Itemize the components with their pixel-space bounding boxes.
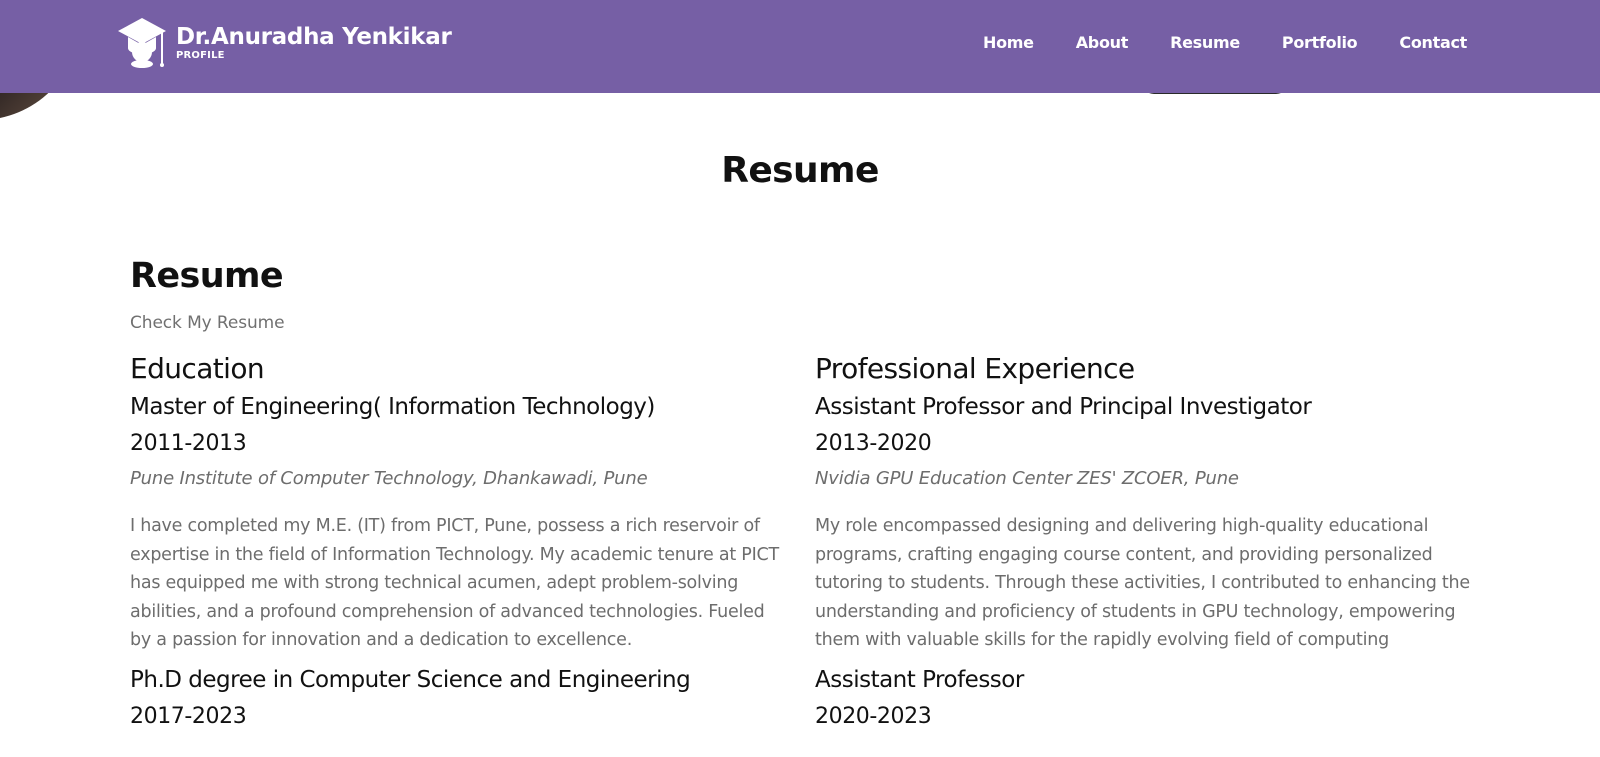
education-column: Education Master of Engineering( Informa… (130, 352, 790, 753)
graduation-cap-icon (118, 18, 166, 68)
education-item-place: Pune Institute of Computer Technology, D… (130, 468, 648, 489)
education-item-description: I have completed my M.E. (IT) from PICT,… (130, 516, 779, 650)
education-item: Ph.D degree in Computer Science and Engi… (130, 667, 790, 741)
education-item-years: 2017-2023 (130, 703, 247, 729)
logo-subtitle: PROFILE (176, 49, 225, 61)
education-item-title: Ph.D degree in Computer Science and Engi… (130, 666, 691, 693)
section-title: Resume (721, 150, 879, 191)
experience-item-title: Assistant Professor (815, 666, 1024, 693)
page: Dr.Anuradha Yenkikar PROFILE Home About … (0, 0, 1600, 757)
experience-item-description: My role encompassed designing and delive… (815, 516, 1470, 650)
education-item-years: 2011-2013 (130, 431, 247, 456)
experience-item: Assistant Professor and Principal Invest… (815, 394, 1475, 655)
logo-text: Dr.Anuradha Yenkikar PROFILE (176, 23, 452, 62)
experience-column: Professional Experience Assistant Profes… (815, 352, 1475, 753)
nav-resume[interactable]: Resume (1170, 33, 1240, 52)
experience-item-years: 2020-2023 (815, 703, 932, 729)
education-item-title: Master of Engineering( Information Techn… (130, 394, 655, 420)
experience-title: Professional Experience (815, 352, 1135, 385)
main-nav: Home About Resume Portfolio Contact (983, 33, 1467, 52)
site-header: Dr.Anuradha Yenkikar PROFILE Home About … (0, 0, 1600, 93)
experience-item-title: Assistant Professor and Principal Invest… (815, 394, 1312, 420)
nav-home[interactable]: Home (983, 33, 1034, 52)
site-logo[interactable]: Dr.Anuradha Yenkikar PROFILE (116, 16, 452, 68)
experience-item-years: 2013-2020 (815, 431, 932, 456)
logo-title: Dr.Anuradha Yenkikar (176, 23, 452, 50)
experience-item-place: Nvidia GPU Education Center ZES' ZCOER, … (815, 468, 1239, 489)
nav-portfolio[interactable]: Portfolio (1282, 33, 1358, 52)
nav-about[interactable]: About (1076, 33, 1129, 52)
resume-heading: Resume (130, 256, 284, 296)
education-title: Education (130, 352, 265, 385)
nav-contact[interactable]: Contact (1399, 33, 1467, 52)
experience-item: Assistant Professor 2020-2023 (815, 667, 1475, 741)
resume-subheading: Check My Resume (130, 313, 285, 333)
education-item: Master of Engineering( Information Techn… (130, 394, 790, 655)
